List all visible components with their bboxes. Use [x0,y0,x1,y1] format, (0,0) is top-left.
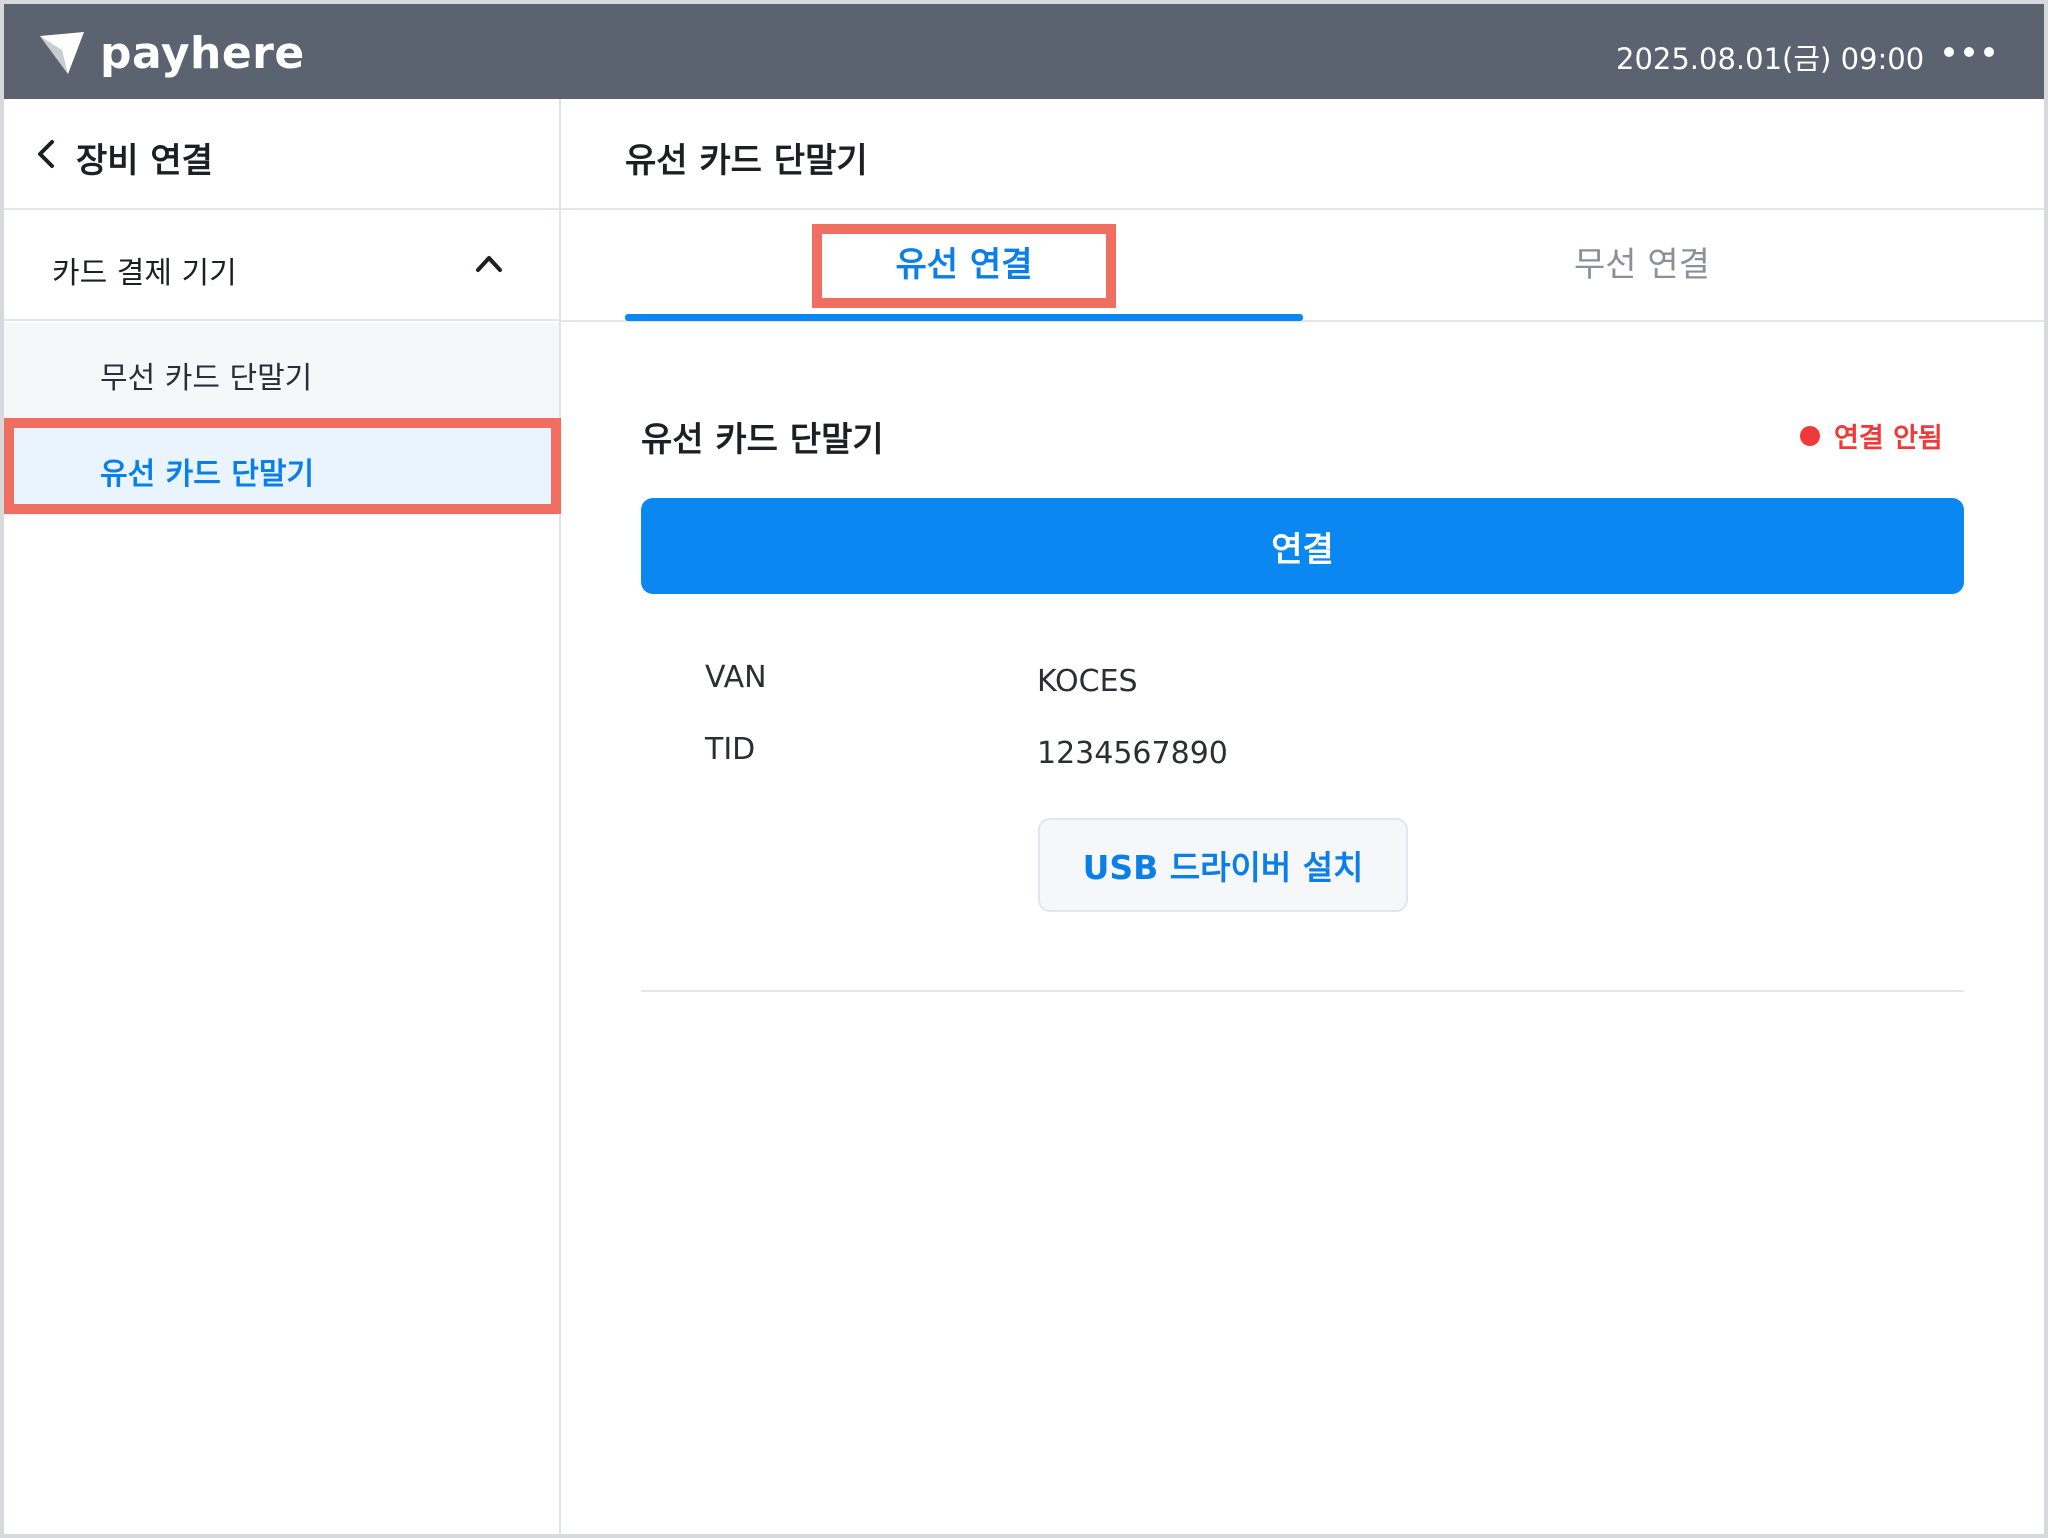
sidebar-item-wired-terminal[interactable]: 유선 카드 단말기 [4,419,559,515]
sidebar-group-label: 카드 결제 기기 [52,256,237,291]
current-datetime: 2025.08.01(금) 09:00 [1616,42,1925,76]
dot [1964,47,1974,57]
info-value-tid: 1234567890 [1037,736,1228,771]
device-title: 유선 카드 단말기 [641,420,884,460]
sidebar-item-label: 무선 카드 단말기 [100,361,313,396]
status-dot-icon [1800,425,1820,446]
dot [1944,47,1954,57]
dot [1984,47,1994,57]
sidebar-title: 장비 연결 [76,141,213,181]
section-divider [641,990,1964,992]
page-title: 유선 카드 단말기 [625,141,868,181]
tab-wired-connection[interactable]: 유선 연결 [625,210,1303,320]
sidebar-header: 장비 연결 [4,99,559,210]
brand-logo: payhere [38,27,305,79]
chevron-left-icon[interactable] [34,138,58,170]
tab-active-indicator [625,314,1303,321]
status-text: 연결 안됨 [1834,423,1943,454]
info-label-tid: TID [705,732,756,767]
sidebar-item-label: 유선 카드 단말기 [100,457,315,492]
connection-status: 연결 안됨 [1800,416,1943,455]
more-dots-icon[interactable] [1944,32,1994,72]
chevron-up-icon [476,256,502,272]
info-value-van: KOCES [1037,664,1138,699]
brand-name: payhere [100,27,305,79]
top-bar: payhere 2025.08.01(금) 09:00 [4,4,2044,99]
connect-button[interactable]: 연결 [641,498,1964,594]
connection-tabs: 유선 연결 무선 연결 [561,210,2044,322]
info-label-van: VAN [705,660,767,695]
sidebar: 장비 연결 카드 결제 기기 무선 카드 단말기 유선 카드 단말기 [4,99,561,1534]
main-header: 유선 카드 단말기 [561,99,2044,210]
usb-driver-install-button[interactable]: USB 드라이버 설치 [1038,818,1408,912]
sidebar-item-wireless-terminal[interactable]: 무선 카드 단말기 [4,323,559,419]
tab-wireless-connection[interactable]: 무선 연결 [1303,210,1981,320]
sidebar-group-card-payment[interactable]: 카드 결제 기기 [4,210,559,321]
payhere-logo-icon [40,32,84,74]
